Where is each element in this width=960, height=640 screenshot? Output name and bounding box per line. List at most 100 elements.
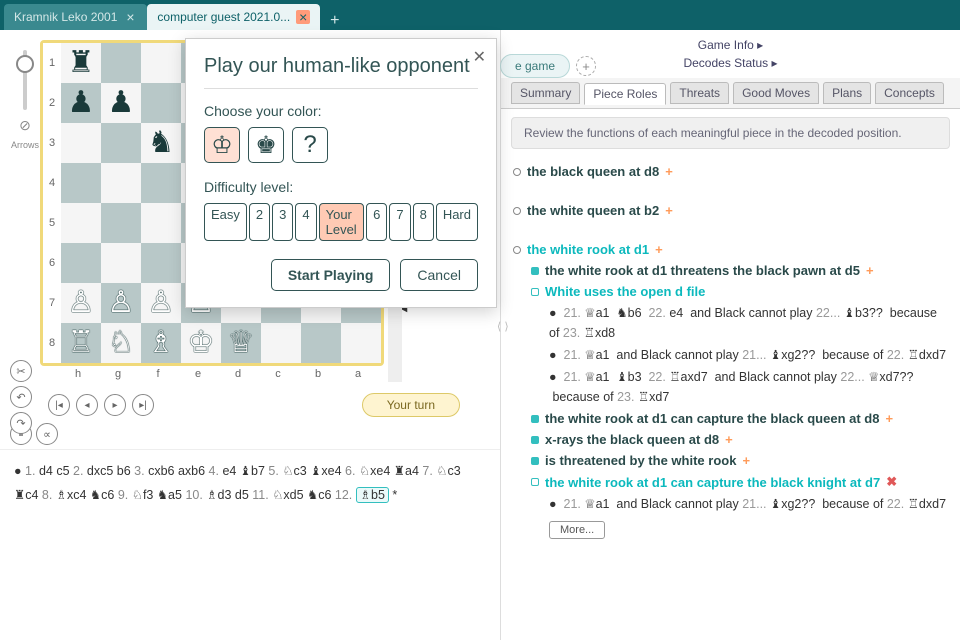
node-xray[interactable]: x-rays the black queen at d8+ xyxy=(531,432,948,447)
difficulty-option[interactable]: Hard xyxy=(436,203,478,241)
tab-plans[interactable]: Plans xyxy=(823,82,871,104)
node-rook-threat[interactable]: the white rook at d1 threatens the black… xyxy=(531,263,948,278)
square[interactable] xyxy=(61,163,101,203)
square[interactable]: ♙ xyxy=(141,283,181,323)
variation-line[interactable]: ● 21. ♕a1 and Black cannot play 21... ♝x… xyxy=(549,493,948,515)
nav-first-button[interactable]: |◂ xyxy=(48,394,70,416)
tab-threats[interactable]: Threats xyxy=(670,82,729,104)
tab-summary[interactable]: Summary xyxy=(511,82,580,104)
square[interactable]: ♔ xyxy=(181,323,221,363)
node-open-file[interactable]: White uses the open d file xyxy=(531,284,948,299)
square[interactable] xyxy=(101,243,141,283)
more-button[interactable]: More... xyxy=(549,521,605,539)
pane-divider-icon[interactable]: ⟨ ⟩ xyxy=(497,320,509,333)
tab-piece-roles[interactable]: Piece Roles xyxy=(584,83,666,105)
square[interactable]: ♙ xyxy=(61,283,101,323)
square[interactable] xyxy=(141,83,181,123)
cancel-button[interactable]: Cancel xyxy=(400,259,478,291)
new-tab-button[interactable]: + xyxy=(320,12,349,30)
scissors-icon[interactable]: ✂ xyxy=(10,360,32,382)
variation-line[interactable]: ● 21. ♕a1 ♞b6 22. e4 and Black cannot pl… xyxy=(549,302,948,344)
square[interactable]: ♗ xyxy=(141,323,181,363)
square[interactable] xyxy=(61,123,101,163)
difficulty-option[interactable]: 8 xyxy=(413,203,434,241)
rank-labels: 12345678 xyxy=(43,43,61,363)
tab-label: computer guest 2021.0... xyxy=(157,10,290,24)
difficulty-option[interactable]: 6 xyxy=(366,203,387,241)
start-playing-button[interactable]: Start Playing xyxy=(271,259,391,291)
square[interactable] xyxy=(101,203,141,243)
zoom-slider[interactable] xyxy=(23,50,27,110)
variation-line[interactable]: ● 21. ♕a1 and Black cannot play 21... ♝x… xyxy=(549,344,948,366)
play-opponent-modal: ✕ Play our human-like opponent Choose yo… xyxy=(185,38,497,308)
node-threatened[interactable]: is threatened by the white rook+ xyxy=(531,453,948,468)
redo-icon[interactable]: ↷ xyxy=(10,412,32,434)
difficulty-option[interactable]: 2 xyxy=(249,203,270,241)
square[interactable]: ♙ xyxy=(101,283,141,323)
analysis-tree: the black queen at d8+ the white queen a… xyxy=(501,157,960,640)
tab-bar: Kramnik Leko 2001 × computer guest 2021.… xyxy=(0,0,960,30)
fish-icon[interactable]: ∝ xyxy=(36,423,58,445)
add-pill-icon[interactable]: + xyxy=(576,56,596,76)
rank-label: 8 xyxy=(43,323,61,363)
no-symbol-icon[interactable]: ⊘ xyxy=(14,114,36,136)
square[interactable] xyxy=(101,163,141,203)
rank-label: 5 xyxy=(43,203,61,243)
square[interactable] xyxy=(341,323,381,363)
square[interactable]: ♘ xyxy=(101,323,141,363)
square[interactable] xyxy=(101,43,141,83)
difficulty-option[interactable]: 7 xyxy=(389,203,410,241)
undo-icon[interactable]: ↶ xyxy=(10,386,32,408)
difficulty-option[interactable]: 3 xyxy=(272,203,293,241)
difficulty-option[interactable]: Easy xyxy=(204,203,247,241)
rank-label: 6 xyxy=(43,243,61,283)
game-pill[interactable]: e game xyxy=(500,54,570,78)
close-icon[interactable]: ✕ xyxy=(473,47,486,67)
square[interactable]: ♜ xyxy=(61,43,101,83)
square[interactable] xyxy=(301,323,341,363)
square[interactable] xyxy=(141,203,181,243)
square[interactable] xyxy=(141,163,181,203)
background-pills: e game + xyxy=(500,54,596,78)
node-black-queen[interactable]: the black queen at d8+ xyxy=(513,164,948,179)
node-rook-capture-knight[interactable]: the white rook at d1 can capture the bla… xyxy=(531,474,948,490)
square[interactable]: ♕ xyxy=(221,323,261,363)
square[interactable] xyxy=(141,43,181,83)
move-list[interactable]: ● 1. d4 c5 2. dxc5 b6 3. cxb6 axb6 4. e4… xyxy=(14,460,486,508)
tab-kramnik[interactable]: Kramnik Leko 2001 × xyxy=(4,4,147,30)
difficulty-row: Easy234Your Level678Hard xyxy=(204,203,478,241)
node-white-queen[interactable]: the white queen at b2+ xyxy=(513,203,948,218)
node-white-rook[interactable]: the white rook at d1+ xyxy=(513,242,948,257)
tab-computer-guest[interactable]: computer guest 2021.0... × xyxy=(147,4,320,30)
difficulty-option[interactable]: Your Level xyxy=(319,203,365,241)
square[interactable] xyxy=(101,123,141,163)
close-icon[interactable]: × xyxy=(296,10,310,24)
close-icon[interactable]: × xyxy=(123,10,137,24)
difficulty-option[interactable]: 4 xyxy=(295,203,316,241)
square[interactable] xyxy=(261,323,301,363)
color-random-option[interactable]: ? xyxy=(292,127,328,163)
square[interactable]: ♟ xyxy=(61,83,101,123)
color-black-option[interactable]: ♚ xyxy=(248,127,284,163)
square[interactable]: ♞ xyxy=(141,123,181,163)
tab-good-moves[interactable]: Good Moves xyxy=(733,82,819,104)
board-side-controls: ⊘ Arrows xyxy=(10,40,40,382)
moves-panel: ● 1. d4 c5 2. dxc5 b6 3. cxb6 axb6 4. e4… xyxy=(0,449,500,640)
nav-last-button[interactable]: ▸| xyxy=(132,394,154,416)
square[interactable]: ♖ xyxy=(61,323,101,363)
variation-line[interactable]: ● 21. ♕a1 ♝b3 22. ♖axd7 and Black cannot… xyxy=(549,366,948,408)
game-info-toggle[interactable]: Game Info ▸ xyxy=(501,36,960,54)
color-white-option[interactable]: ♔ xyxy=(204,127,240,163)
arrows-label: Arrows xyxy=(11,140,39,150)
square[interactable] xyxy=(61,203,101,243)
node-rook-capture-queen[interactable]: the white rook at d1 can capture the bla… xyxy=(531,411,948,426)
file-label: a xyxy=(338,366,378,382)
tab-concepts[interactable]: Concepts xyxy=(875,82,944,104)
square[interactable] xyxy=(141,243,181,283)
plus-icon: + xyxy=(885,411,893,426)
square[interactable]: ♟ xyxy=(101,83,141,123)
nav-next-button[interactable]: ▸ xyxy=(104,394,126,416)
square[interactable] xyxy=(61,243,101,283)
rank-label: 3 xyxy=(43,123,61,163)
nav-prev-button[interactable]: ◂ xyxy=(76,394,98,416)
